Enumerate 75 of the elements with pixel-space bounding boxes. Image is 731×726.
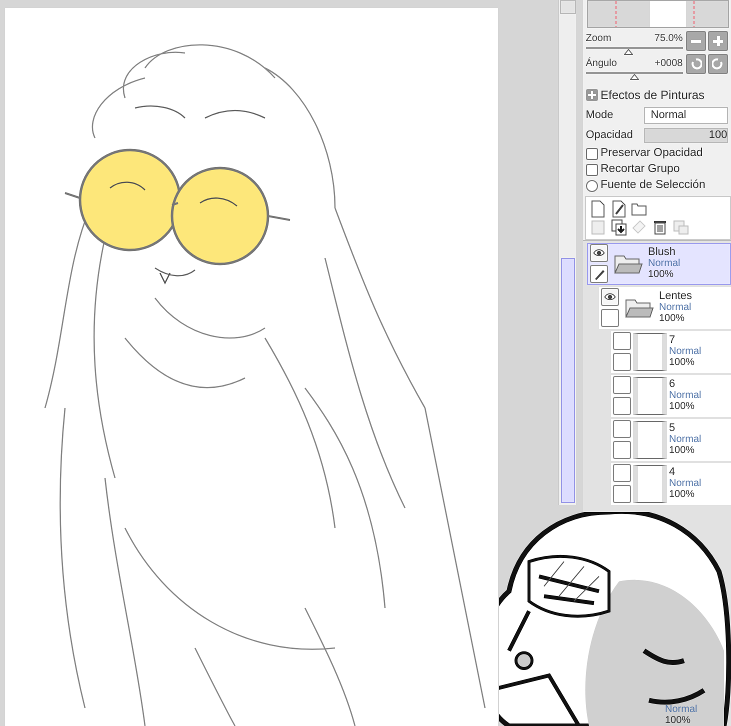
layer-opacity: 100%: [648, 269, 675, 280]
blend-mode: Normal: [669, 434, 702, 445]
layer-opacity: 100%: [659, 313, 686, 324]
layer-row[interactable]: 6 Normal 100%: [611, 374, 731, 416]
plus-square-icon: [586, 89, 598, 102]
layer-thumbnail: [633, 420, 667, 458]
mode-label: Mode: [586, 108, 614, 124]
visibility-toggle[interactable]: [590, 244, 608, 262]
angle-value: +0008: [654, 56, 683, 71]
layer-opacity: 100%: [669, 445, 696, 456]
lock-toggle[interactable]: [613, 352, 631, 371]
lock-toggle[interactable]: [613, 396, 631, 415]
visibility-toggle[interactable]: [613, 420, 631, 438]
merge-down-icon[interactable]: [610, 218, 628, 236]
mode-dropdown[interactable]: Normal: [644, 107, 728, 124]
layer-row[interactable]: Blush Normal 100%: [587, 242, 731, 284]
layer-thumbnail: [633, 332, 667, 370]
radio-button[interactable]: [586, 180, 598, 192]
visibility-toggle[interactable]: [613, 332, 631, 350]
blend-mode: Normal: [648, 258, 680, 269]
layer-name: 6: [669, 379, 676, 390]
layer-name: 7: [669, 335, 676, 346]
layer-name: 5: [669, 423, 676, 434]
zoom-label: Zoom: [586, 32, 612, 46]
layer-name: 4: [669, 467, 676, 478]
slider-thumb[interactable]: [624, 48, 634, 55]
opacity-label: Opacidad: [586, 128, 634, 143]
checkbox-label: Preservar Opacidad: [600, 146, 703, 162]
zoom-slider-track[interactable]: [586, 46, 683, 56]
blend-mode: Normal: [669, 390, 702, 401]
plus-icon: [712, 34, 724, 47]
blend-mode: Normal: [665, 704, 698, 715]
layer-opacity: 100%: [669, 357, 696, 368]
scrollbar-thumb[interactable]: [560, 258, 574, 503]
opacity-slider[interactable]: 100: [644, 128, 728, 142]
layer-row[interactable]: 7 Normal 100%: [611, 330, 731, 372]
checkbox-label: Recortar Grupo: [600, 162, 680, 178]
layer-thumbnail: [633, 464, 667, 502]
navigator-preview[interactable]: [587, 0, 729, 28]
visibility-toggle[interactable]: [601, 288, 619, 306]
angle-label: Ángulo: [586, 56, 617, 71]
layer-row[interactable]: 4 Normal 100%: [611, 462, 731, 504]
checkbox[interactable]: [586, 164, 598, 176]
vertical-scrollbar[interactable]: [558, 0, 576, 505]
layer-name: Lentes: [659, 291, 692, 302]
blend-mode: Normal: [669, 478, 702, 489]
layer-opacity: 100%: [669, 401, 696, 412]
visibility-toggle[interactable]: [613, 376, 631, 394]
lock-toggle[interactable]: [613, 484, 631, 503]
zoom-out-button[interactable]: [686, 30, 706, 51]
slider-thumb[interactable]: [630, 74, 640, 80]
effects-label[interactable]: Efectos de Pinturas: [600, 86, 705, 104]
opacity-value: 100: [708, 128, 728, 140]
zoom-in-button[interactable]: [708, 30, 728, 51]
layer-name: Blush: [648, 247, 677, 258]
layer-opacity: 100%: [665, 715, 692, 726]
layer-thumbnail: [633, 376, 667, 414]
rotate-left-button[interactable]: [686, 54, 706, 74]
layer-opacity: 100%: [669, 489, 696, 500]
layer-row[interactable]: Lentes Normal 100%: [599, 286, 731, 328]
lock-toggle[interactable]: [590, 264, 608, 283]
pen-page-icon[interactable]: [610, 200, 628, 218]
page-icon[interactable]: [588, 200, 607, 218]
rotate-right-button[interactable]: [708, 54, 728, 74]
lock-toggle[interactable]: [601, 308, 619, 327]
blend-mode: Normal: [659, 302, 692, 313]
rotate-right-icon: [712, 58, 724, 70]
layer-row[interactable]: 5 Normal 100%: [611, 418, 731, 460]
zoom-value: 75.0%: [654, 32, 683, 46]
radio-label: Fuente de Selección: [600, 178, 706, 194]
lock-toggle[interactable]: [613, 440, 631, 459]
checkbox[interactable]: [586, 148, 598, 160]
blend-mode: Normal: [669, 346, 702, 357]
rotate-left-icon: [690, 58, 702, 70]
visibility-toggle[interactable]: [613, 464, 631, 482]
